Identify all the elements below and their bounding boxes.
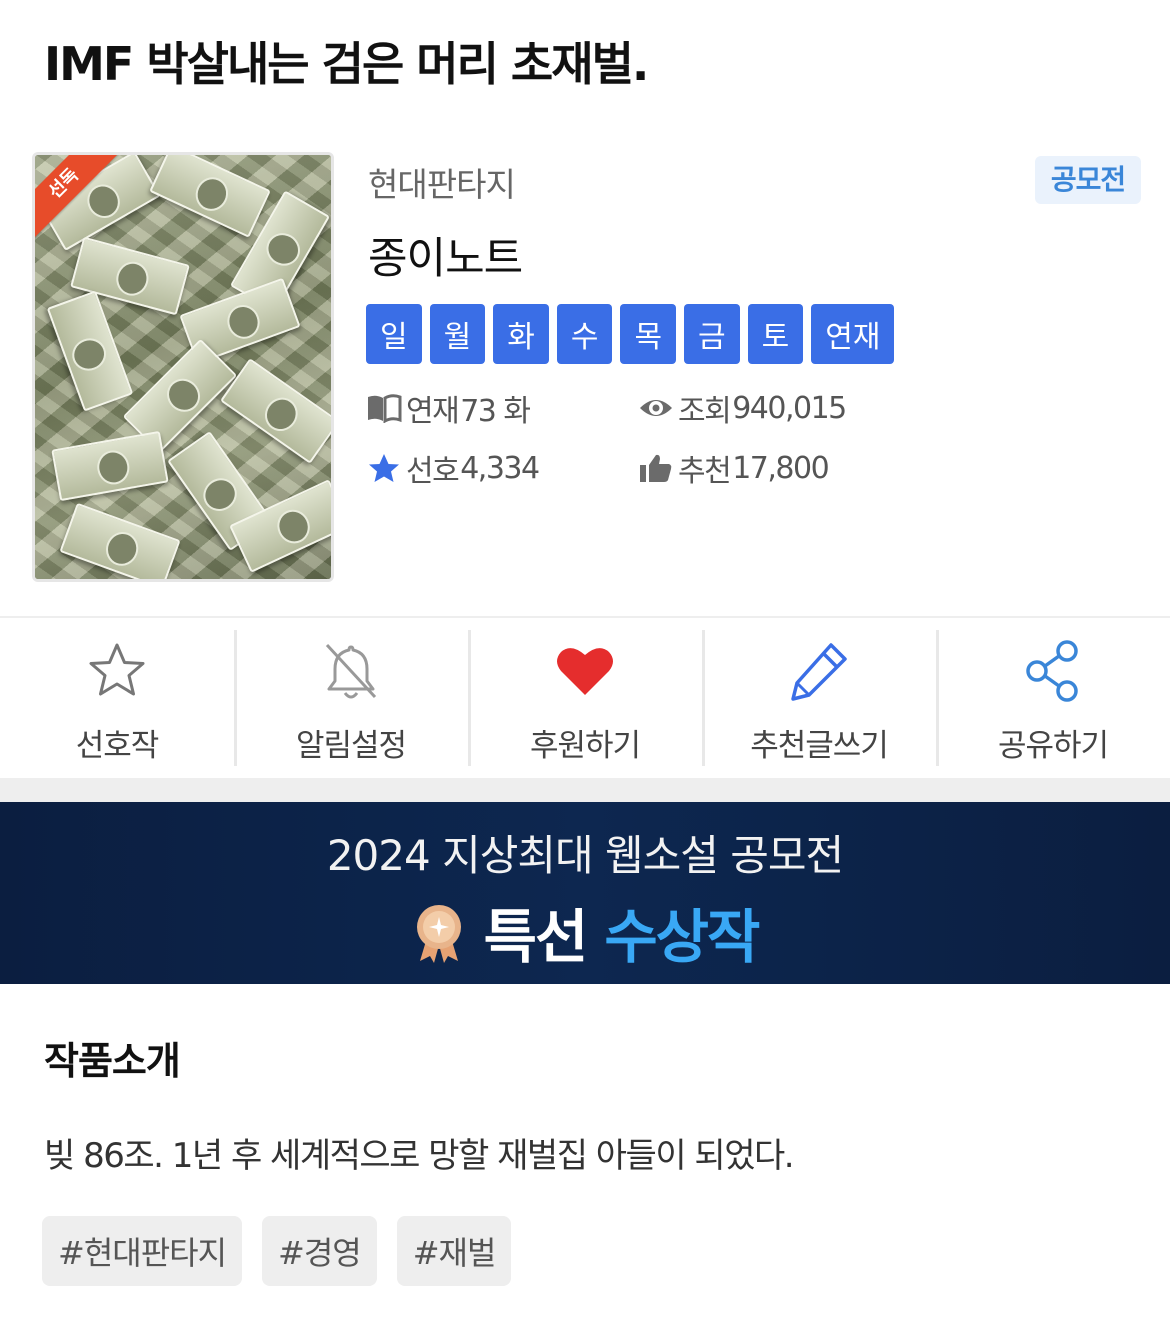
intro-heading: 작품소개: [44, 1039, 181, 1083]
bell-off-icon: [325, 643, 377, 699]
banner-award-highlight: 수상작: [604, 903, 760, 971]
contest-tag[interactable]: 공모전: [1035, 156, 1141, 204]
eye-icon: [640, 400, 672, 416]
stat-views-label: 조회: [678, 394, 732, 429]
cover-money-artwork: [35, 155, 331, 579]
support-label: 후원하기: [529, 728, 641, 764]
star-icon: [369, 454, 399, 482]
favorite-label: 선호작: [75, 728, 160, 764]
tag-list: #현대판타지 #경영 #재벌: [42, 1216, 512, 1286]
section-separator: [0, 778, 1170, 802]
day-wed: 수: [556, 304, 613, 364]
write-recommendation-label: 추천글쓰기: [750, 728, 889, 764]
serial-days: 일 월 화 수 목 금 토 연재: [366, 304, 895, 364]
stat-views: 조회 940,015: [638, 386, 847, 430]
pencil-icon: [791, 643, 847, 701]
stat-favorites: 선호 4,334: [366, 446, 540, 490]
day-tue: 화: [493, 304, 549, 364]
medal-icon: [416, 905, 461, 963]
contest-award-banner[interactable]: 2024 지상최대 웹소설 공모전 특선 수상작: [0, 802, 1170, 984]
notification-label: 알림설정: [295, 728, 407, 764]
book-icon: [368, 394, 402, 423]
tag-item[interactable]: #경영: [262, 1216, 377, 1286]
share-button[interactable]: 공유하기: [936, 618, 1170, 778]
genre-label[interactable]: 현대판타지: [368, 158, 516, 206]
stat-recommend-value: 17,800: [732, 450, 829, 486]
notification-button[interactable]: 알림설정: [234, 618, 468, 778]
cover-image[interactable]: 선독: [32, 152, 334, 582]
banner-award-word: 특선: [483, 903, 589, 971]
star-outline-icon: [89, 643, 145, 696]
write-recommendation-button[interactable]: 추천글쓰기: [702, 618, 936, 778]
day-fri: 금: [684, 304, 740, 364]
favorite-button[interactable]: 선호작: [0, 618, 234, 778]
author-name[interactable]: 종이노트: [368, 224, 523, 286]
tag-item[interactable]: #현대판타지: [42, 1216, 243, 1286]
support-button[interactable]: 후원하기: [468, 618, 702, 778]
stat-recommend: 추천 17,800: [638, 446, 830, 490]
stat-episodes-value: 73 화: [460, 394, 531, 429]
stat-favorites-value: 4,334: [460, 450, 540, 486]
day-mon: 월: [429, 304, 486, 364]
stat-episodes-label: 연재: [406, 394, 460, 429]
banner-contest-title: 2024 지상최대 웹소설 공모전: [326, 831, 844, 880]
day-sun: 일: [366, 304, 422, 364]
novel-title: IMF 박살내는 검은 머리 초재벌.: [44, 37, 649, 91]
heart-icon: [557, 648, 613, 695]
stat-episodes: 연재 73 화: [366, 386, 531, 430]
stat-recommend-label: 추천: [678, 454, 732, 489]
tag-item[interactable]: #재벌: [396, 1216, 512, 1286]
thumbs-up-icon: [640, 454, 672, 482]
share-label: 공유하기: [997, 728, 1109, 764]
day-serial: 연재: [811, 304, 895, 364]
intro-text: 빚 86조. 1년 후 세계적으로 망할 재벌집 아들이 되었다.: [44, 1136, 795, 1176]
day-sat: 토: [747, 304, 804, 364]
day-thu: 목: [620, 304, 677, 364]
share-icon: [1026, 640, 1078, 702]
stat-views-value: 940,015: [732, 390, 847, 426]
stat-favorites-label: 선호: [406, 454, 460, 489]
action-bar: 선호작 알림설정 후원하기 추천글쓰기 공유하기: [0, 618, 1170, 778]
